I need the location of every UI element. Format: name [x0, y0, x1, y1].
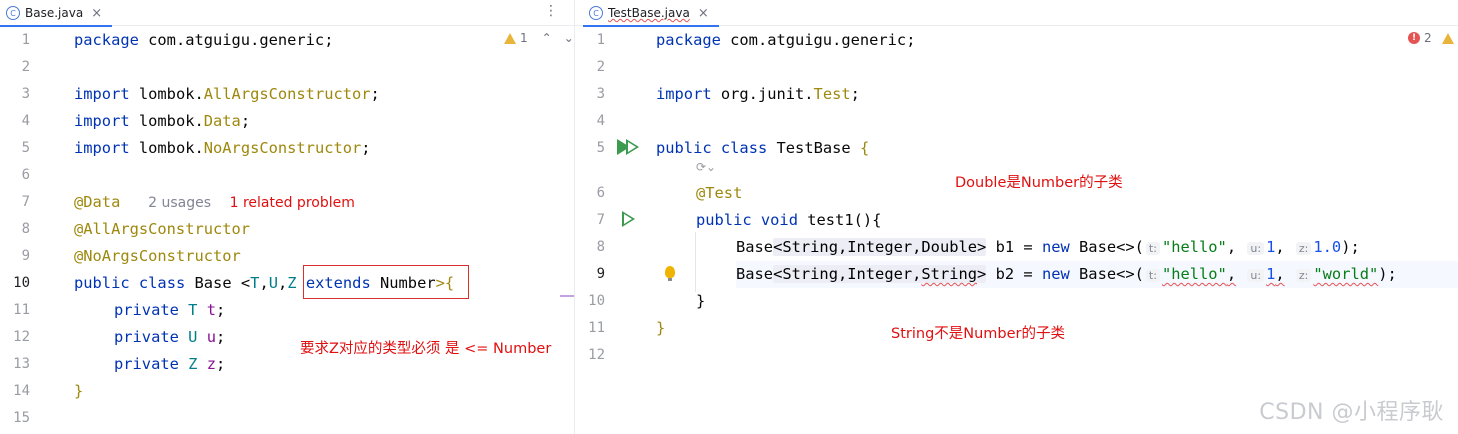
code-line-8[interactable]: Base<String,Integer,Double> b1 = new Bas…: [736, 234, 1360, 261]
tab-label: Base.java: [25, 6, 84, 20]
code-line-1[interactable]: package com.atguigu.generic;: [74, 27, 333, 54]
param-hint-t: t:: [1145, 242, 1160, 255]
usages-hint[interactable]: 2 usages: [148, 195, 211, 211]
line-number[interactable]: 2: [0, 54, 60, 81]
param-hint-t: t:: [1145, 269, 1160, 282]
line-number[interactable]: 9: [0, 243, 60, 270]
code-line-12[interactable]: private U u;: [114, 324, 225, 351]
close-icon[interactable]: ×: [698, 6, 709, 21]
chevron-up-icon[interactable]: ⌃: [542, 31, 552, 45]
line-number[interactable]: 4: [0, 108, 60, 135]
code-line-11[interactable]: }: [656, 315, 665, 342]
tab-testbase-java[interactable]: C TestBase.java ×: [583, 0, 719, 27]
inspection-widget[interactable]: 1 ⌃ ⌄: [504, 31, 574, 45]
annotation-note-bottom: String不是Number的子类: [891, 326, 1066, 342]
annotation-note-left: 要求Z对应的类型必须 是 <= Number: [300, 341, 552, 357]
code-line-5[interactable]: public class TestBase {: [656, 135, 869, 162]
line-number[interactable]: 11: [0, 297, 60, 324]
code-line-4[interactable]: import lombok.Data;: [74, 108, 250, 135]
code-line-1[interactable]: package com.atguigu.generic;: [656, 27, 915, 54]
param-hint-u: u:: [1247, 269, 1265, 282]
code-line-7[interactable]: @Data 2 usages 1 related problem: [74, 189, 355, 216]
right-tab-bar: C TestBase.java ×: [575, 0, 1458, 27]
line-number[interactable]: 6: [0, 162, 60, 189]
line-number[interactable]: 9: [575, 261, 635, 288]
code-line-3[interactable]: import org.junit.Test;: [656, 81, 860, 108]
left-tab-bar: C Base.java × ⋮: [0, 0, 574, 27]
change-marker: [560, 295, 574, 297]
highlight-box: [303, 265, 469, 299]
error-count: 2: [1424, 31, 1432, 45]
tab-base-java[interactable]: C Base.java ×: [0, 0, 113, 27]
related-problem-link[interactable]: 1 related problem: [230, 195, 355, 211]
warning-icon: [504, 32, 516, 44]
close-icon[interactable]: ×: [91, 6, 102, 21]
line-number[interactable]: 10: [0, 270, 60, 297]
tab-label: TestBase.java: [608, 6, 690, 20]
line-number[interactable]: 2: [575, 54, 635, 81]
code-line-13[interactable]: private Z z;: [114, 351, 225, 378]
line-number[interactable]: 3: [0, 81, 60, 108]
run-class-icon[interactable]: [617, 139, 639, 155]
indent-guide: [695, 232, 696, 292]
line-number[interactable]: 12: [0, 324, 60, 351]
line-number[interactable]: 8: [575, 234, 635, 261]
line-number[interactable]: 1: [0, 27, 60, 54]
code-line-5[interactable]: import lombok.NoArgsConstructor;: [74, 135, 371, 162]
left-editor-pane: C Base.java × ⋮ 1 ⌃ ⌄ 1 2 3 4 5 6 7 8 9 10 11 12 13 1…: [0, 0, 574, 434]
right-editor-pane: C TestBase.java × ! 2 2 123456789101112 …: [575, 0, 1458, 434]
warning-count: 1: [520, 31, 528, 45]
line-number[interactable]: 1: [575, 27, 635, 54]
line-number[interactable]: 4: [575, 108, 635, 135]
warning-icon: [1441, 32, 1454, 44]
annotation-note-top: Double是Number的子类: [955, 175, 1123, 191]
param-hint-u: u:: [1247, 242, 1265, 255]
code-line-11[interactable]: private T t;: [114, 297, 225, 324]
watermark: CSDN @小程序耿: [1259, 400, 1444, 425]
code-line-8[interactable]: @AllArgsConstructor: [74, 216, 250, 243]
line-number[interactable]: 10: [575, 288, 635, 315]
declaration-hint-icon[interactable]: ⟳⌄: [696, 160, 716, 174]
java-class-icon: C: [6, 6, 20, 20]
param-hint-z: z:: [1295, 269, 1312, 282]
inspection-widget[interactable]: ! 2 2: [1408, 31, 1458, 45]
code-line-9[interactable]: Base<String,Integer,String> b2 = new Bas…: [736, 261, 1458, 288]
code-line-7[interactable]: public void test1(){: [696, 207, 881, 234]
line-number[interactable]: 11: [575, 315, 635, 342]
line-number[interactable]: 6: [575, 180, 635, 207]
line-number[interactable]: 7: [0, 189, 60, 216]
java-class-icon: C: [589, 6, 603, 20]
more-icon[interactable]: ⋮: [544, 3, 558, 19]
code-line-10[interactable]: }: [696, 288, 705, 315]
line-number[interactable]: 13: [0, 351, 60, 378]
chevron-down-icon[interactable]: ⌄: [564, 31, 574, 45]
code-line-14[interactable]: }: [74, 378, 83, 405]
param-hint-z: z:: [1295, 242, 1312, 255]
line-number[interactable]: 8: [0, 216, 60, 243]
line-number[interactable]: 5: [0, 135, 60, 162]
line-number[interactable]: 14: [0, 378, 60, 405]
code-line-6[interactable]: @Test: [696, 180, 742, 207]
code-line-9[interactable]: @NoArgsConstructor: [74, 243, 241, 270]
line-number[interactable]: 12: [575, 342, 635, 369]
line-number[interactable]: 15: [0, 405, 60, 432]
run-test-icon[interactable]: [622, 211, 635, 227]
error-icon: !: [1408, 32, 1420, 44]
line-number[interactable]: 3: [575, 81, 635, 108]
lightbulb-icon[interactable]: [665, 266, 675, 281]
code-line-3[interactable]: import lombok.AllArgsConstructor;: [74, 81, 380, 108]
